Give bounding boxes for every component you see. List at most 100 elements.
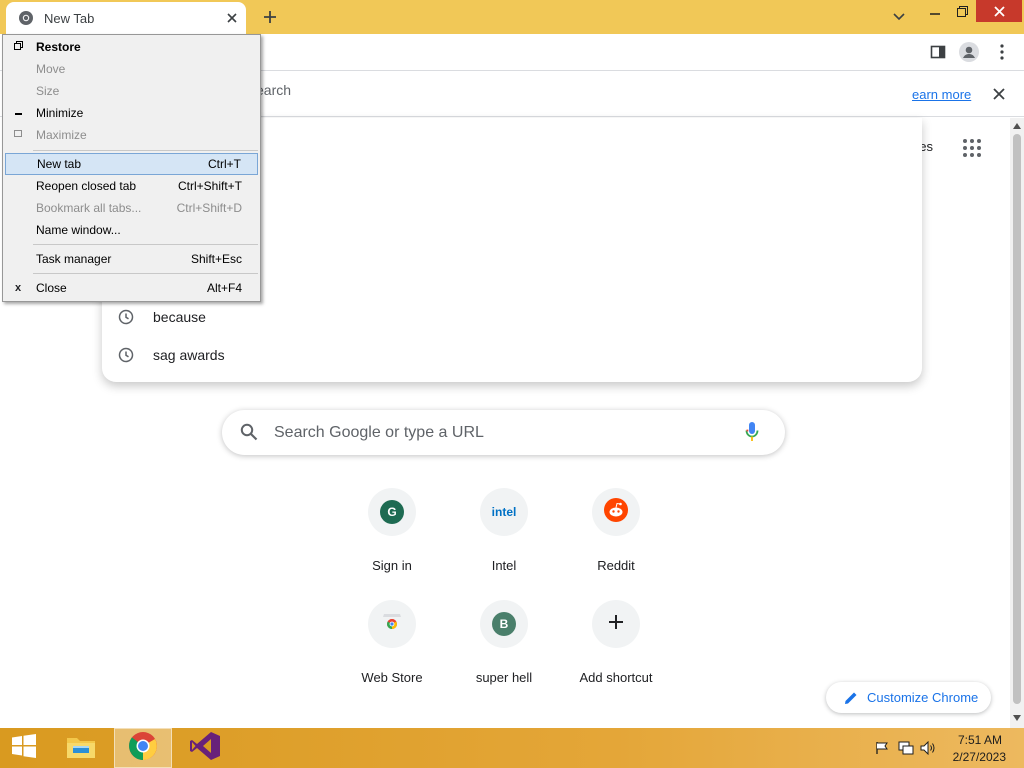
menu-item-size[interactable]: Size [5,80,258,102]
shortcut-icon-circle [592,600,640,648]
menu-item-maximize[interactable]: Maximize [5,124,258,146]
menu-separator [33,150,258,151]
tab-title: New Tab [44,10,95,26]
menu-item-accelerator: Ctrl+T [208,157,241,171]
window-system-menu: Restore Move Size Minimize Maximize New … [2,34,261,302]
maximize-icon [11,129,25,141]
intel-logo-icon: intel [491,505,517,519]
suggestion-item[interactable]: sag awards [102,336,922,374]
web-store-icon [381,612,403,637]
search-icon [240,423,260,443]
menu-item-new-tab[interactable]: New tab Ctrl+T [5,153,258,175]
suggestion-text: sag awards [153,347,225,363]
shortcut-label: super hell [475,670,533,685]
taskbar-file-explorer[interactable] [58,728,104,768]
menu-item-label: Move [36,62,66,76]
shortcut-icon-circle [368,600,416,648]
menu-item-reopen-closed-tab[interactable]: Reopen closed tab Ctrl+Shift+T [5,175,258,197]
minimize-icon [11,107,25,119]
shortcut-tile[interactable]: Reddit [560,488,672,600]
menu-item-accelerator: Ctrl+Shift+D [176,201,242,215]
menu-item-label: Task manager [36,252,112,266]
close-x-icon: x [14,282,22,294]
file-explorer-folder-icon [65,732,97,765]
menu-item-move[interactable]: Move [5,58,258,80]
menu-item-task-manager[interactable]: Task manager Shift+Esc [5,248,258,270]
scroll-up-arrow-icon[interactable] [1011,120,1023,132]
shortcut-tile[interactable]: G Sign in [336,488,448,600]
shortcut-icon-circle: B [480,600,528,648]
minimize-window-button[interactable] [922,0,948,22]
profile-avatar-icon[interactable] [959,42,979,62]
search-input[interactable]: Search Google or type a URL [274,424,745,442]
menu-item-bookmark-all-tabs[interactable]: Bookmark all tabs... Ctrl+Shift+D [5,197,258,219]
scrollbar-thumb[interactable] [1013,134,1021,704]
title-bar: New Tab [0,0,1024,34]
visual-studio-logo-icon [189,731,221,766]
reddit-logo-icon [604,497,628,527]
menu-item-minimize[interactable]: Minimize [5,102,258,124]
search-box[interactable]: Search Google or type a URL [222,410,785,455]
tab-new-tab[interactable]: New Tab [6,2,246,34]
suggestion-text: because [153,309,206,325]
menu-item-label: Reopen closed tab [36,179,137,193]
taskbar-clock-date[interactable]: 2/27/2023 [940,750,1006,764]
menu-item-label: Maximize [36,128,87,142]
menu-item-restore[interactable]: Restore [5,36,258,58]
menu-item-accelerator: Ctrl+Shift+T [177,179,242,193]
menu-item-accelerator: Shift+Esc [190,252,242,266]
menu-item-label: Size [36,84,60,98]
customize-chrome-label: Customize Chrome [867,690,979,705]
add-shortcut-tile[interactable]: Add shortcut [560,600,672,712]
scroll-down-arrow-icon[interactable] [1011,712,1023,724]
menu-item-label: Name window... [36,223,121,237]
menu-item-name-window[interactable]: Name window... [5,219,258,241]
suggestion-item[interactable]: because [102,298,922,336]
shortcut-label: Reddit [597,558,635,573]
plus-icon [608,614,624,635]
tab-search-chevron-icon[interactable] [886,6,912,28]
restore-icon [11,41,25,53]
taskbar-clock-time[interactable]: 7:51 AM [940,733,1002,747]
chrome-favicon-icon [18,10,34,26]
volume-speaker-icon[interactable] [920,740,936,756]
start-button[interactable] [4,728,44,768]
learn-more-link[interactable]: earn more [912,87,978,102]
info-bar-close-icon[interactable] [990,85,1008,103]
tab-close-icon[interactable] [224,10,240,26]
microphone-icon[interactable] [745,421,765,445]
shortcut-icon-circle: intel [480,488,528,536]
menu-item-label: New tab [37,157,82,171]
google-apps-grid-icon[interactable] [962,138,982,158]
shortcut-icon-circle: G [368,488,416,536]
shortcut-label: Add shortcut [579,670,653,685]
menu-item-close[interactable]: x Close Alt+F4 [5,277,258,299]
info-bar-text: earch [256,82,292,98]
shortcut-tile[interactable]: Web Store [336,600,448,712]
network-icon[interactable] [898,740,914,756]
taskbar [0,728,1024,768]
menu-item-label: Minimize [36,106,84,120]
taskbar-chrome[interactable] [114,728,172,768]
taskbar-visual-studio[interactable] [182,728,228,768]
restore-window-button[interactable] [948,0,976,22]
shortcut-label: Web Store [361,670,423,685]
shortcut-tile[interactable]: intel Intel [448,488,560,600]
action-center-flag-icon[interactable] [874,740,890,756]
kebab-menu-icon[interactable] [992,42,1012,62]
windows-logo-icon [11,733,37,763]
menu-item-label: Bookmark all tabs... [36,201,142,215]
new-tab-button[interactable] [258,6,282,28]
customize-chrome-button[interactable]: Customize Chrome [826,682,991,713]
side-panel-icon[interactable] [928,42,948,62]
menu-separator [33,244,258,245]
history-clock-icon [118,309,134,325]
shortcut-label: Sign in [372,558,412,573]
letter-b-icon: B [492,612,516,636]
shortcut-tile[interactable]: B super hell [448,600,560,712]
letter-g-icon: G [380,500,404,524]
shortcut-label: Intel [491,558,517,573]
close-window-button[interactable] [976,0,1022,22]
menu-separator [33,273,258,274]
menu-item-label: Close [36,281,67,295]
